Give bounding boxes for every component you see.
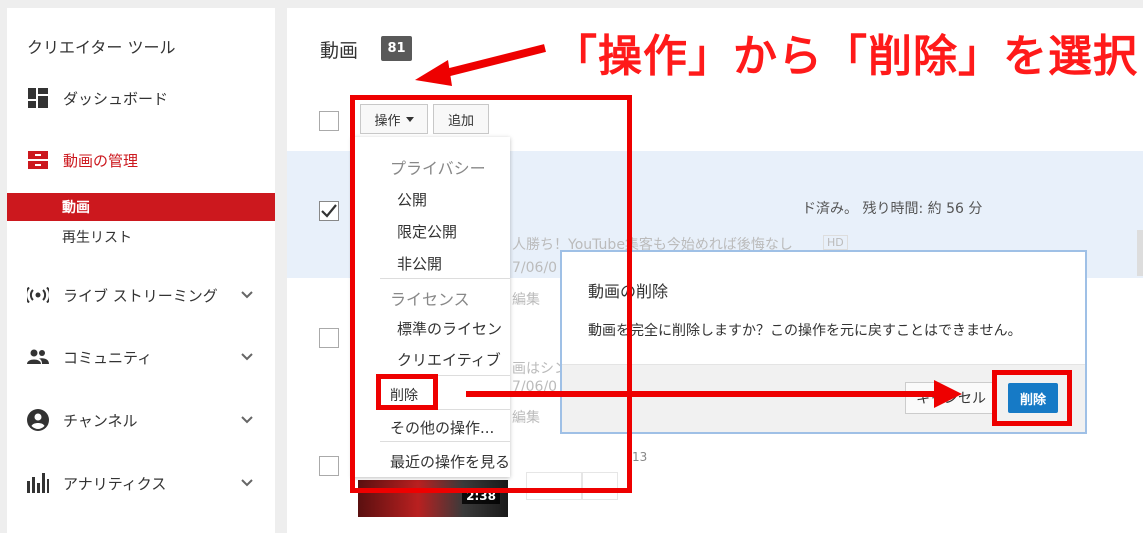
community-icon bbox=[27, 346, 49, 368]
highlight-box-delete-item bbox=[376, 374, 438, 410]
sidebar-item-label: ダッシュボード bbox=[63, 89, 169, 108]
row-checkbox-checked[interactable] bbox=[319, 201, 339, 221]
sidebar-item-analytics[interactable]: アナリティクス bbox=[7, 467, 275, 499]
sidebar-subitem-videos[interactable]: 動画 bbox=[7, 193, 275, 221]
page-title: 動画 bbox=[320, 40, 359, 62]
chevron-down-icon[interactable] bbox=[239, 475, 255, 491]
sidebar-item-label: アナリティクス bbox=[63, 474, 167, 493]
upload-status: ド済み。 残り時間: 約 56 分 bbox=[802, 201, 983, 217]
live-streaming-icon bbox=[27, 284, 49, 306]
sidebar-item-label: チャンネル bbox=[63, 411, 138, 430]
sidebar-item-label: ライブ ストリーミング bbox=[63, 286, 218, 305]
sidebar-item-label: コミュニティ bbox=[63, 348, 153, 367]
sidebar-item-channel[interactable]: チャンネル bbox=[7, 404, 275, 436]
video-manager-icon bbox=[27, 149, 49, 171]
chevron-down-icon[interactable] bbox=[239, 349, 255, 365]
sidebar-subitem-playlists[interactable]: 再生リスト bbox=[7, 223, 275, 251]
highlight-box-delete-button bbox=[992, 370, 1072, 426]
sidebar-item-dashboard[interactable]: ダッシュボード bbox=[7, 82, 275, 114]
dialog-message: 動画を完全に削除しますか？この操作を元に戻すことはできません。 bbox=[588, 323, 1022, 339]
sidebar-item-community[interactable]: コミュニティ bbox=[7, 341, 275, 373]
analytics-icon bbox=[27, 472, 49, 494]
checkmark-icon bbox=[321, 204, 337, 218]
chevron-down-icon[interactable] bbox=[239, 287, 255, 303]
sidebar: クリエイター ツール ダッシュボード 動画の管理 動画 再生リスト ライブ スト… bbox=[7, 8, 275, 533]
row-checkbox[interactable] bbox=[319, 456, 339, 476]
row-checkbox[interactable] bbox=[319, 328, 339, 348]
sidebar-item-label: 動画の管理 bbox=[63, 151, 139, 170]
highlight-box-menu bbox=[350, 95, 632, 493]
sidebar-item-video-manager[interactable]: 動画の管理 bbox=[7, 144, 275, 176]
select-all-checkbox[interactable] bbox=[319, 111, 339, 131]
sidebar-title: クリエイター ツール bbox=[27, 38, 176, 57]
chevron-down-icon[interactable] bbox=[239, 412, 255, 428]
cancel-button[interactable]: キャンセル bbox=[905, 382, 997, 414]
dashboard-icon bbox=[27, 87, 49, 109]
instruction-annotation: 「操作」から「削除」を選択 bbox=[553, 31, 1138, 82]
sidebar-item-live-streaming[interactable]: ライブ ストリーミング bbox=[7, 279, 275, 311]
scrollbar[interactable] bbox=[1137, 230, 1143, 276]
video-count-badge: 81 bbox=[381, 36, 412, 61]
hd-badge: HD bbox=[823, 235, 848, 250]
row-fragment: 13 bbox=[632, 450, 648, 464]
channel-icon bbox=[27, 409, 49, 431]
